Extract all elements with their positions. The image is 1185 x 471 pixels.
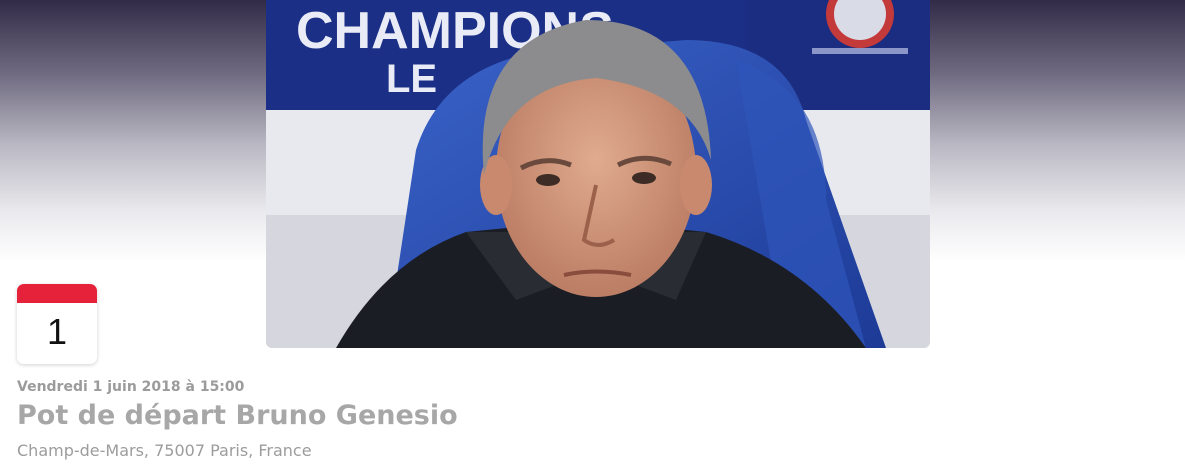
event-location[interactable]: Champ-de-Mars, 75007 Paris, France (17, 441, 312, 460)
calendar-date-icon: 1 (17, 284, 97, 364)
calendar-header-strip (17, 284, 97, 303)
event-cover-photo[interactable]: CHAMPIONS LE (266, 0, 930, 348)
cover-image: CHAMPIONS LE (266, 0, 930, 348)
banner-text-2: LE (386, 57, 437, 101)
event-title[interactable]: Pot de départ Bruno Genesio (17, 400, 458, 431)
calendar-day-number: 1 (46, 311, 68, 352)
event-date-time: Vendredi 1 juin 2018 à 15:00 (17, 379, 245, 395)
